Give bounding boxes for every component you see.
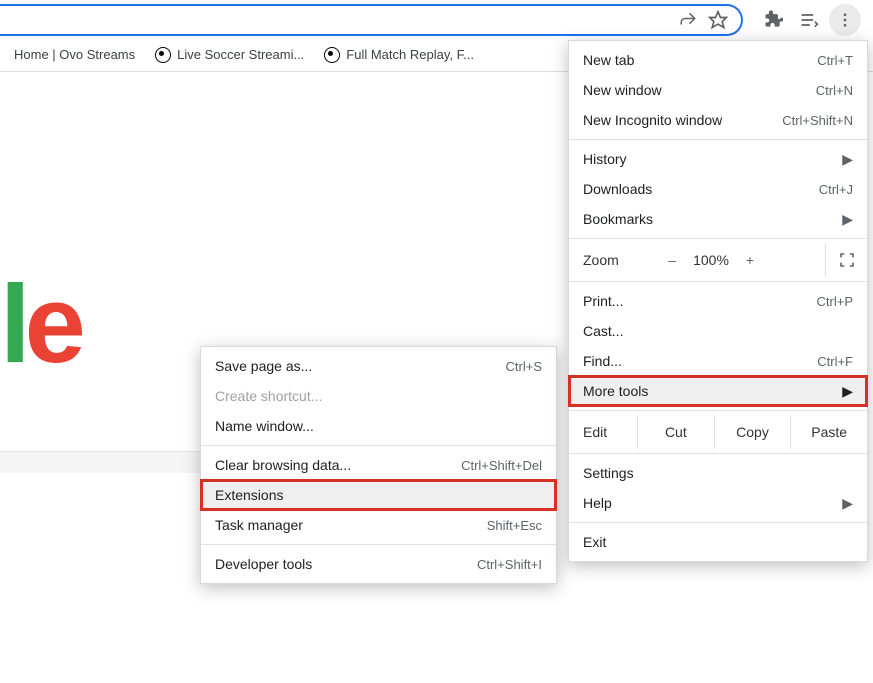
menu-shortcut: Ctrl+Shift+I — [477, 557, 542, 572]
menu-label: Task manager — [215, 517, 487, 533]
toolbar — [0, 0, 873, 38]
address-bar[interactable] — [0, 4, 743, 36]
separator — [569, 522, 867, 523]
menu-item-create-shortcut: Create shortcut... — [201, 381, 556, 411]
soccer-icon — [155, 47, 171, 63]
menu-label: Settings — [583, 465, 853, 481]
menu-shortcut: Ctrl+S — [506, 359, 542, 374]
chevron-right-icon: ▶ — [843, 495, 853, 512]
menu-label: Cast... — [583, 323, 853, 339]
menu-item-settings[interactable]: Settings — [569, 458, 867, 488]
bookmark-item[interactable]: Home | Ovo Streams — [6, 43, 143, 66]
bookmark-item[interactable]: Live Soccer Streami... — [147, 43, 312, 67]
zoom-label: Zoom — [583, 252, 657, 268]
copy-button[interactable]: Copy — [714, 415, 791, 449]
star-icon[interactable] — [707, 9, 729, 31]
menu-label: New Incognito window — [583, 112, 782, 128]
menu-label: New tab — [583, 52, 817, 68]
menu-label: History — [583, 151, 843, 167]
menu-shortcut: Shift+Esc — [487, 518, 542, 533]
chrome-menu: New tab Ctrl+T New window Ctrl+N New Inc… — [568, 40, 868, 562]
menu-item-save-page-as[interactable]: Save page as... Ctrl+S — [201, 351, 556, 381]
share-icon[interactable] — [677, 9, 699, 31]
menu-item-print[interactable]: Print... Ctrl+P — [569, 286, 867, 316]
footer-strip — [0, 451, 200, 473]
menu-shortcut: Ctrl+T — [817, 53, 853, 68]
reading-list-icon[interactable] — [793, 4, 825, 36]
menu-item-more-tools[interactable]: More tools ▶ — [569, 376, 867, 406]
menu-shortcut: Ctrl+Shift+Del — [461, 458, 542, 473]
menu-label: New window — [583, 82, 816, 98]
bookmark-label: Live Soccer Streami... — [177, 47, 304, 62]
menu-label: Create shortcut... — [215, 388, 542, 404]
menu-item-bookmarks[interactable]: Bookmarks ▶ — [569, 204, 867, 234]
menu-label: Find... — [583, 353, 817, 369]
menu-item-developer-tools[interactable]: Developer tools Ctrl+Shift+I — [201, 549, 556, 579]
soccer-icon — [324, 47, 340, 63]
separator — [569, 410, 867, 411]
separator — [201, 544, 556, 545]
zoom-out-button[interactable]: – — [657, 252, 687, 268]
bookmark-label: Home | Ovo Streams — [14, 47, 135, 62]
edit-row: Edit Cut Copy Paste — [569, 415, 867, 449]
paste-button[interactable]: Paste — [790, 415, 867, 449]
menu-label: Help — [583, 495, 843, 511]
bookmark-label: Full Match Replay, F... — [346, 47, 474, 62]
menu-label: Extensions — [215, 487, 542, 503]
menu-shortcut: Ctrl+N — [816, 83, 853, 98]
logo-l: l — [0, 263, 25, 386]
cut-button[interactable]: Cut — [637, 415, 714, 449]
menu-item-history[interactable]: History ▶ — [569, 144, 867, 174]
menu-item-help[interactable]: Help ▶ — [569, 488, 867, 518]
menu-label: Developer tools — [215, 556, 477, 572]
separator — [569, 139, 867, 140]
extensions-icon[interactable] — [757, 4, 789, 36]
menu-item-clear-browsing-data[interactable]: Clear browsing data... Ctrl+Shift+Del — [201, 450, 556, 480]
menu-item-new-tab[interactable]: New tab Ctrl+T — [569, 45, 867, 75]
chevron-right-icon: ▶ — [843, 151, 853, 168]
menu-label: Clear browsing data... — [215, 457, 461, 473]
menu-label: More tools — [583, 383, 843, 399]
menu-item-task-manager[interactable]: Task manager Shift+Esc — [201, 510, 556, 540]
menu-label: Exit — [583, 534, 853, 550]
menu-item-downloads[interactable]: Downloads Ctrl+J — [569, 174, 867, 204]
logo-e: e — [25, 263, 80, 386]
google-logo-fragment: le — [0, 270, 80, 380]
menu-item-name-window[interactable]: Name window... — [201, 411, 556, 441]
menu-shortcut: Ctrl+J — [819, 182, 853, 197]
menu-item-exit[interactable]: Exit — [569, 527, 867, 557]
menu-label: Print... — [583, 293, 817, 309]
menu-item-cast[interactable]: Cast... — [569, 316, 867, 346]
menu-item-extensions[interactable]: Extensions — [201, 480, 556, 510]
zoom-in-button[interactable]: + — [735, 252, 765, 268]
menu-shortcut: Ctrl+F — [817, 354, 853, 369]
zoom-row: Zoom – 100% + — [569, 243, 867, 277]
menu-dots-icon[interactable] — [829, 4, 861, 36]
bookmark-item[interactable]: Full Match Replay, F... — [316, 43, 482, 67]
chevron-right-icon: ▶ — [843, 211, 853, 228]
menu-label: Save page as... — [215, 358, 506, 374]
zoom-value: 100% — [687, 252, 735, 268]
menu-item-new-incognito[interactable]: New Incognito window Ctrl+Shift+N — [569, 105, 867, 135]
menu-label: Name window... — [215, 418, 542, 434]
edit-label: Edit — [569, 415, 637, 449]
fullscreen-button[interactable] — [825, 243, 867, 277]
separator — [569, 238, 867, 239]
menu-item-find[interactable]: Find... Ctrl+F — [569, 346, 867, 376]
menu-label: Bookmarks — [583, 211, 843, 227]
separator — [569, 453, 867, 454]
menu-shortcut: Ctrl+Shift+N — [782, 113, 853, 128]
menu-shortcut: Ctrl+P — [817, 294, 853, 309]
menu-label: Downloads — [583, 181, 819, 197]
separator — [569, 281, 867, 282]
menu-item-new-window[interactable]: New window Ctrl+N — [569, 75, 867, 105]
separator — [201, 445, 556, 446]
chevron-right-icon: ▶ — [843, 383, 853, 400]
more-tools-submenu: Save page as... Ctrl+S Create shortcut..… — [200, 346, 557, 584]
